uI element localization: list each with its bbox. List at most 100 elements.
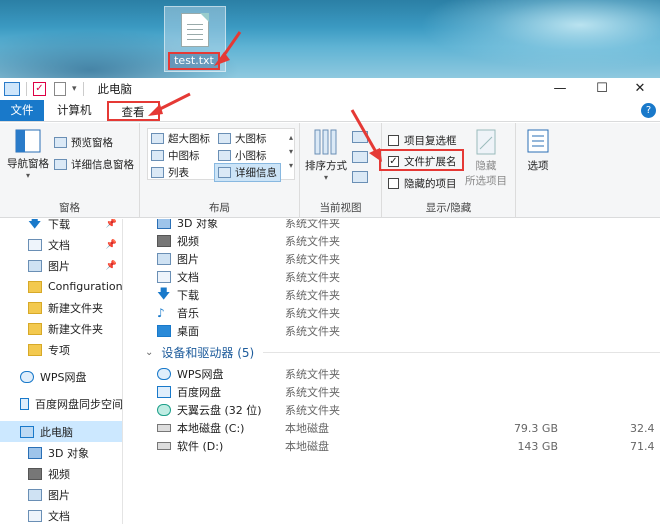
item-name: 天翼云盘 (32 位) [177, 404, 262, 417]
nav-pane-button[interactable]: 导航窗格 ▾ [4, 129, 52, 180]
baidu-icon [157, 386, 171, 398]
computer-icon[interactable] [4, 82, 20, 96]
cube-icon [28, 446, 42, 459]
pin-icon[interactable]: 📌 [106, 261, 117, 271]
options-icon [527, 129, 549, 153]
nav-item-documents[interactable]: 文档 📌 [0, 234, 122, 255]
layout-item-label: 超大图标 [168, 133, 210, 145]
sort-by-button[interactable]: 排序方式 ▾ [304, 129, 348, 182]
small-icons-icon [218, 150, 231, 161]
chevron-down-icon: ▾ [323, 173, 328, 182]
minimize-button[interactable]: — [540, 78, 580, 100]
hide-selected-label-top: 隐藏 [475, 160, 497, 172]
tab-file[interactable]: 文件 [0, 100, 44, 121]
layout-scroll-icon[interactable]: ▴ ▾ ▾ [289, 131, 293, 173]
item-name: 下载 [177, 289, 199, 302]
pin-icon[interactable]: 📌 [106, 240, 117, 250]
list-item[interactable]: 🡇 下载 系统文件夹 [135, 286, 660, 304]
quick-access-dropdown-icon[interactable]: ▾ [72, 84, 77, 94]
layout-large-icons[interactable]: 大图标 [218, 131, 267, 146]
explorer-window: ✓ ▾ 此电脑 — ☐ ✕ 文件 计算机 查看 ? 导航窗格 ▾ 预览窗格 详细… [0, 78, 660, 524]
pin-icon[interactable]: 📌 [106, 219, 117, 229]
tab-computer[interactable]: 计算机 [44, 100, 105, 121]
details-pane-button[interactable]: 详细信息窗格 [54, 157, 134, 172]
layout-extra-large-icons[interactable]: 超大图标 [151, 131, 210, 146]
item-type: 系统文件夹 [285, 404, 340, 417]
layout-list[interactable]: 列表 [151, 165, 189, 180]
group-label-show-hide: 显示/隐藏 [425, 202, 472, 214]
layout-gallery: 超大图标 大图标 中图标 小图标 列表 详细信息 ▴ ▾ ▾ [147, 128, 295, 182]
group-label-layout: 布局 [209, 202, 230, 214]
nav-item-new-folder-2[interactable]: 新建文件夹 [0, 318, 122, 339]
hidden-items-checkbox[interactable] [388, 178, 399, 189]
add-columns-icon[interactable] [352, 151, 368, 163]
new-folder-icon[interactable] [54, 82, 66, 96]
item-checkboxes-checkbox[interactable] [388, 135, 399, 146]
hidden-items-toggle[interactable]: 隐藏的项目 [388, 176, 457, 191]
list-item[interactable]: 图片 系统文件夹 [135, 250, 660, 268]
tab-view[interactable]: 查看 [106, 101, 160, 121]
close-button[interactable]: ✕ [620, 78, 660, 100]
nav-item-3d-objects[interactable]: 3D 对象 [0, 442, 122, 463]
nav-item-pictures[interactable]: 图片 📌 [0, 255, 122, 276]
folder-icon [28, 301, 42, 314]
list-item[interactable]: 天翼云盘 (32 位) 系统文件夹 [135, 401, 660, 419]
properties-icon[interactable]: ✓ [33, 82, 46, 96]
options-button[interactable]: 选项 [520, 129, 556, 173]
group-by-icon[interactable] [352, 131, 368, 143]
collapse-chevron-icon[interactable]: ⌄ [145, 347, 153, 358]
hide-selected-button[interactable]: 隐藏 所选项目 [464, 129, 508, 188]
ribbon-tabs: 文件 计算机 查看 ? [0, 100, 660, 122]
maximize-button[interactable]: ☐ [582, 78, 622, 100]
nav-item-wps-drive[interactable]: WPS网盘 [0, 366, 122, 387]
list-item[interactable]: 3D 对象 系统文件夹 [135, 219, 660, 232]
nav-item-new-folder-1[interactable]: 新建文件夹 [0, 297, 122, 318]
list-item[interactable]: 本地磁盘 (C:) 本地磁盘 79.3 GB 32.4 [135, 419, 660, 437]
folder-icon [28, 280, 42, 293]
layout-details[interactable]: 详细信息 [214, 163, 281, 182]
preview-pane-label: 预览窗格 [71, 137, 113, 149]
nav-item-special[interactable]: 专项 [0, 339, 122, 360]
item-checkboxes-toggle[interactable]: 项目复选框 [388, 133, 457, 148]
item-name: 桌面 [177, 325, 199, 338]
nav-item-this-pc[interactable]: 此电脑 [0, 421, 122, 442]
nav-item-downloads[interactable]: 🡇 下载 📌 [0, 219, 122, 234]
chevron-down-icon: ▾ [25, 171, 30, 180]
list-item[interactable]: 桌面 系统文件夹 [135, 322, 660, 340]
list-item[interactable]: 百度网盘 系统文件夹 [135, 383, 660, 401]
item-type: 系统文件夹 [285, 368, 340, 381]
sort-icon [314, 129, 337, 155]
item-name: 百度网盘 [177, 386, 221, 399]
nav-pane-icon [15, 129, 41, 153]
nav-item-configuration[interactable]: Configuration [0, 276, 122, 297]
layout-medium-icons[interactable]: 中图标 [151, 148, 200, 163]
list-item[interactable]: 文档 系统文件夹 [135, 268, 660, 286]
item-type: 系统文件夹 [285, 325, 340, 338]
list-item[interactable]: ♪ 音乐 系统文件夹 [135, 304, 660, 322]
list-item[interactable]: 软件 (D:) 本地磁盘 143 GB 71.4 [135, 437, 660, 455]
nav-item-label: 新建文件夹 [48, 301, 103, 315]
nav-item-label: 3D 对象 [48, 446, 89, 460]
desktop-background: test.txt [0, 0, 660, 78]
nav-item-documents-2[interactable]: 文档 [0, 505, 122, 524]
layout-item-label: 大图标 [235, 133, 267, 145]
item-name: 图片 [177, 253, 199, 266]
item-name: 文档 [177, 271, 199, 284]
nav-item-pictures-2[interactable]: 图片 [0, 484, 122, 505]
download-icon: 🡇 [157, 287, 171, 302]
preview-pane-button[interactable]: 预览窗格 [54, 135, 113, 150]
help-icon[interactable]: ? [641, 103, 656, 118]
list-item[interactable]: 视频 系统文件夹 [135, 232, 660, 250]
nav-item-baidu-sync[interactable]: 百度网盘同步空间 [0, 393, 123, 414]
video-icon [28, 467, 42, 480]
layout-item-label: 中图标 [168, 150, 200, 162]
details-pane-icon [54, 159, 67, 170]
nav-item-videos[interactable]: 视频 [0, 463, 122, 484]
nav-item-label: 百度网盘同步空间 [35, 397, 123, 411]
layout-small-icons[interactable]: 小图标 [218, 148, 267, 163]
nav-item-label: 此电脑 [40, 425, 73, 439]
devices-group-header[interactable]: ⌄ 设备和驱动器 (5) [145, 344, 254, 361]
list-item[interactable]: WPS网盘 系统文件夹 [135, 365, 660, 383]
item-type: 系统文件夹 [285, 307, 340, 320]
size-columns-icon[interactable] [352, 171, 368, 183]
